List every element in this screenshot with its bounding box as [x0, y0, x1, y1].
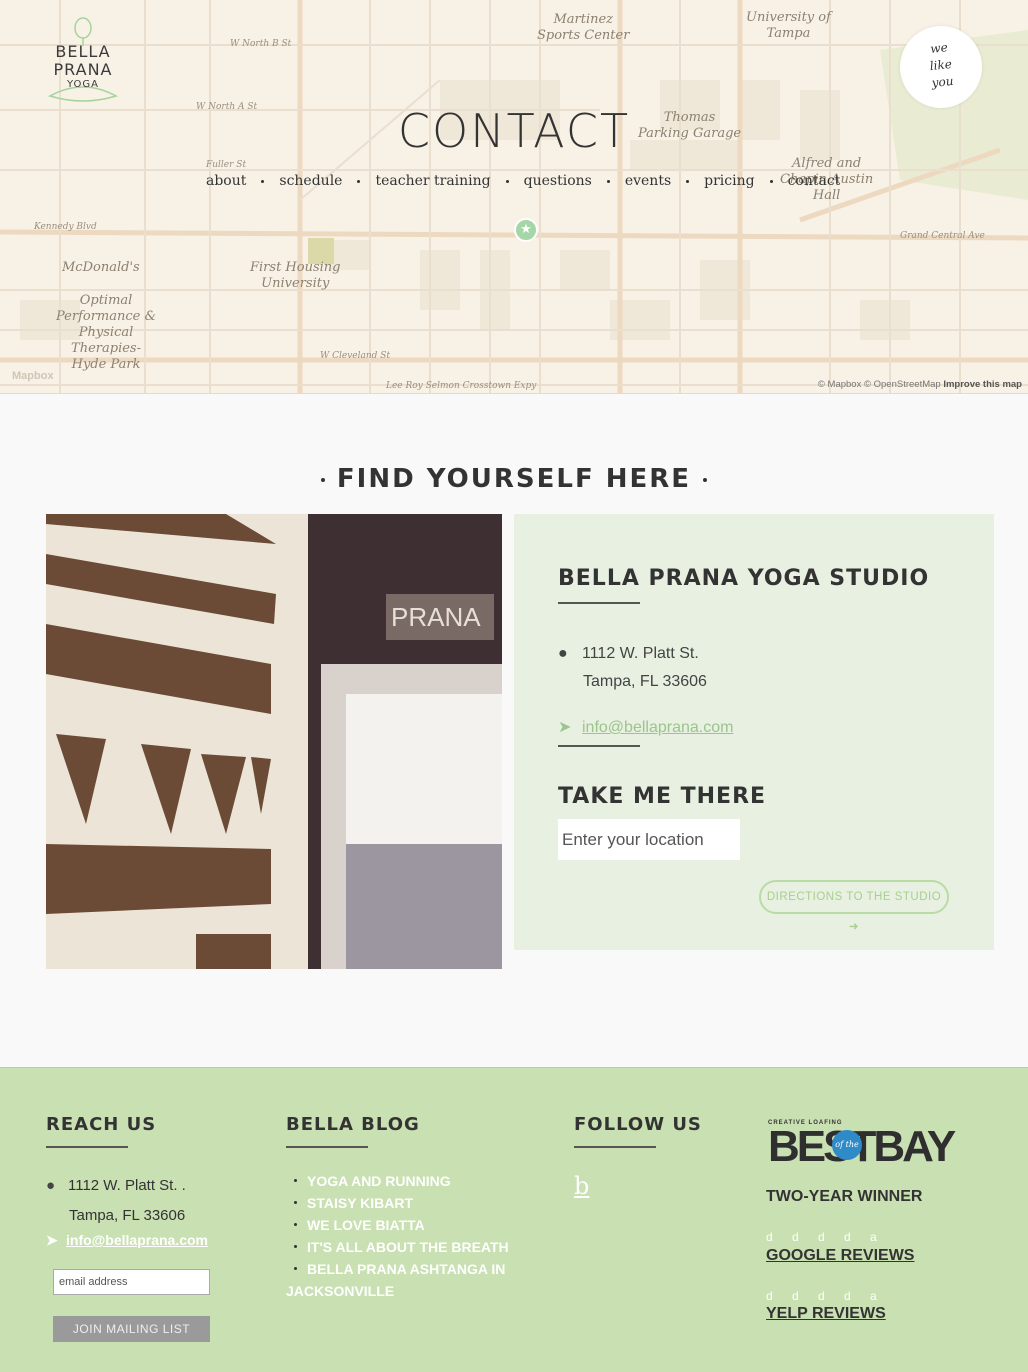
blog-post-link[interactable]: BELLA PRANA ASHTANGA IN JACKSONVILLE	[286, 1261, 505, 1299]
directions-button[interactable]: DIRECTIONS TO THE STUDIO ➜	[759, 880, 949, 933]
globe-icon: ●	[558, 645, 568, 662]
section-title: FIND YOURSELF HERE	[0, 464, 1028, 494]
map-label-fuller: Fuller St	[206, 160, 247, 170]
two-year-winner: TWO-YEAR WINNER	[766, 1188, 923, 1205]
of-the-seal: of the	[832, 1130, 862, 1160]
map-label-optimal: Optimal Performance & Physical Therapies…	[56, 293, 157, 372]
map-label-mcdonalds: McDonald's	[62, 260, 140, 275]
map-label-lee-roy: Lee Roy Selmon Crosstown Expy	[386, 381, 537, 391]
attribution-text[interactable]: © Mapbox © OpenStreetMap	[818, 379, 941, 390]
google-reviews-link[interactable]: GOOGLE REVIEWS	[766, 1247, 914, 1265]
address-line-1: 1112 W. Platt St.	[582, 645, 699, 662]
studio-address: ● 1112 W. Platt St. Tampa, FL 33606	[558, 640, 707, 696]
nav-schedule[interactable]: schedule	[279, 173, 342, 189]
footer-email-link[interactable]: ➤ info@bellaprana.com	[46, 1232, 208, 1249]
bullet	[294, 1267, 297, 1271]
globe-icon: ●	[46, 1177, 56, 1194]
page-title: CONTACT	[397, 104, 631, 158]
logo-prana: PRANA	[53, 60, 113, 79]
nav-events[interactable]: events	[625, 173, 671, 189]
bullet	[294, 1201, 297, 1205]
divider	[558, 745, 640, 747]
improve-map-link[interactable]: Improve this map	[943, 379, 1022, 390]
nav-separator	[505, 179, 509, 183]
divider	[286, 1146, 368, 1148]
join-mailing-list-button[interactable]: JOIN MAILING LIST	[53, 1316, 210, 1342]
nav-separator	[606, 179, 610, 183]
bullet	[294, 1223, 297, 1227]
yelp-stars-icon: d d d d a	[766, 1289, 885, 1303]
blog-post-item[interactable]: YOGA AND RUNNING	[286, 1170, 526, 1192]
location-map[interactable]: Martinez Sports Center University of Tam…	[0, 0, 1028, 394]
map-label-first-housing: First Housing University	[250, 260, 341, 291]
photo-illustration: PRANA	[46, 514, 502, 969]
divider	[558, 602, 640, 604]
title-dot	[703, 477, 708, 482]
blog-social-icon[interactable]: b	[574, 1172, 589, 1200]
email-text: info@bellaprana.com	[582, 719, 734, 736]
studio-info-card: BELLA PRANA YOGA STUDIO ● 1112 W. Platt S…	[514, 514, 994, 950]
blog-post-item[interactable]: WE LOVE BIATTA	[286, 1214, 526, 1236]
nav-contact[interactable]: contact	[788, 173, 841, 189]
divider	[574, 1146, 656, 1148]
reach-us-title: REACH US	[46, 1114, 157, 1135]
footer-address-line-1: 1112 W. Platt St. .	[68, 1177, 186, 1194]
blog-post-link[interactable]: YOGA AND RUNNING	[307, 1173, 451, 1189]
footer-address-line-2: Tampa, FL 33606	[69, 1207, 186, 1224]
map-label-martinez: Martinez Sports Center	[537, 12, 630, 43]
location-input[interactable]	[558, 819, 740, 860]
studio-pin-icon[interactable]: ★	[514, 218, 538, 242]
section-title-text: FIND YOURSELF HERE	[336, 464, 692, 494]
nav-questions[interactable]: questions	[524, 173, 592, 189]
bullet	[294, 1179, 297, 1183]
take-me-there-title: TAKE ME THERE	[558, 784, 767, 809]
map-attribution: © Mapbox © OpenStreetMap Improve this ma…	[818, 379, 1022, 390]
blog-post-link[interactable]: WE LOVE BIATTA	[307, 1217, 425, 1233]
studio-photo: PRANA	[46, 514, 502, 969]
mailing-list-email-input[interactable]	[53, 1269, 210, 1295]
nav-teacher-training[interactable]: teacher training	[375, 173, 490, 189]
blog-post-link[interactable]: STAISY KIBART	[307, 1195, 413, 1211]
blog-post-item[interactable]: STAISY KIBART	[286, 1192, 526, 1214]
main-nav: about schedule teacher training question…	[206, 170, 840, 192]
divider	[46, 1146, 128, 1148]
logo-bella: BELLA	[55, 42, 111, 61]
nav-separator	[261, 179, 265, 183]
address-line-2: Tampa, FL 33606	[583, 673, 707, 690]
nav-separator	[357, 179, 361, 183]
blog-post-link[interactable]: IT'S ALL ABOUT THE BREATH	[307, 1239, 509, 1255]
footer-address: ● 1112 W. Platt St. . Tampa, FL 33606	[46, 1171, 186, 1231]
title-dot	[320, 477, 325, 482]
blog-post-item[interactable]: IT'S ALL ABOUT THE BREATH	[286, 1236, 526, 1258]
map-label-cleveland: W Cleveland St	[320, 351, 391, 361]
bullet	[294, 1245, 297, 1249]
map-label-kennedy: Kennedy Blvd	[34, 222, 97, 232]
map-label-university: University of Tampa	[746, 10, 831, 41]
bay-text: BAY	[873, 1122, 956, 1171]
map-label-w-north-b: W North B St	[230, 39, 292, 49]
nav-separator	[769, 179, 773, 183]
blog-post-item[interactable]: BELLA PRANA ASHTANGA IN JACKSONVILLE	[286, 1258, 526, 1302]
prana-sign: PRANA	[391, 602, 481, 632]
google-stars-icon: d d d d a	[766, 1230, 885, 1244]
site-footer: REACH US ● 1112 W. Platt St. . Tampa, FL …	[0, 1067, 1028, 1372]
send-icon: ➤	[558, 719, 572, 736]
studio-email-link[interactable]: ➤ info@bellaprana.com	[558, 717, 733, 737]
best-of-the-bay-badge[interactable]: CREATIVE LOAFING BESTBAY of the	[768, 1120, 956, 1169]
follow-us-title: FOLLOW US	[574, 1114, 702, 1135]
mapbox-logo: Mapbox	[12, 370, 54, 382]
blog-post-list: YOGA AND RUNNING STAISY KIBART WE LOVE B…	[286, 1170, 526, 1302]
map-label-grand-central: Grand Central Ave	[900, 231, 985, 241]
site-logo[interactable]: BELLA PRANA YOGA	[46, 16, 120, 102]
logo-yoga: YOGA	[66, 79, 100, 90]
studio-name: BELLA PRANA YOGA STUDIO	[558, 566, 930, 591]
nav-about[interactable]: about	[206, 173, 246, 189]
footer-email-text: info@bellaprana.com	[66, 1232, 209, 1248]
nav-separator	[686, 179, 690, 183]
nav-pricing[interactable]: pricing	[704, 173, 754, 189]
blog-title: BELLA BLOG	[286, 1114, 420, 1135]
yelp-reviews-link[interactable]: YELP REVIEWS	[766, 1305, 886, 1323]
send-icon: ➤	[46, 1232, 58, 1248]
